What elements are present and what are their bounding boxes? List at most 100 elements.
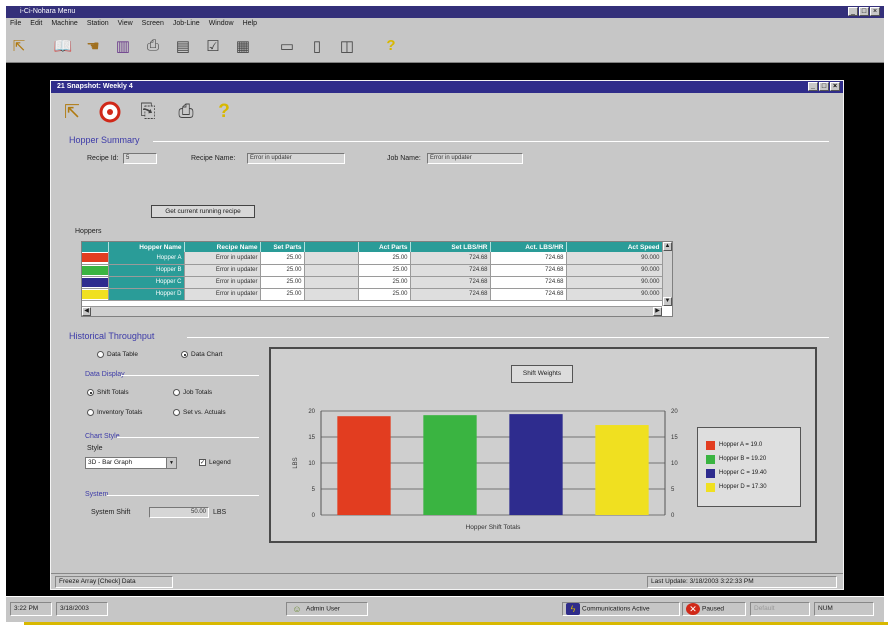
chevron-down-icon[interactable]: ▼ <box>166 458 176 468</box>
set-vs-actuals-radio[interactable]: Set vs. Actuals <box>173 409 226 416</box>
close-button[interactable]: × <box>870 7 880 16</box>
menu-window[interactable]: Window <box>209 18 234 29</box>
app-title: i-Ci-Nohara Menu <box>20 8 76 15</box>
job-name-field[interactable]: Error in updater <box>427 153 523 164</box>
minimize-button[interactable]: _ <box>848 7 858 16</box>
checklist-icon[interactable]: ☑ <box>202 35 224 57</box>
communications-status[interactable]: ϟ Communications Active <box>562 602 680 616</box>
chart-style-select[interactable]: 3D - Bar Graph ▼ <box>85 457 177 469</box>
scroll-right-icon[interactable]: ▶ <box>653 307 662 316</box>
set-parts-cell[interactable]: 25.00 <box>260 252 305 265</box>
menu-station[interactable]: Station <box>87 18 109 29</box>
system-shift-field[interactable]: 50.00 <box>149 507 209 518</box>
grid-horizontal-scrollbar[interactable]: ◀ ▶ <box>82 306 662 316</box>
radio-dot-selected[interactable] <box>181 351 188 358</box>
menu-machine[interactable]: Machine <box>51 18 77 29</box>
set-parts-cell[interactable]: 25.00 <box>260 276 305 289</box>
column-header[interactable] <box>304 242 359 252</box>
hoppers-label: Hoppers <box>75 228 102 235</box>
column-header[interactable]: Act Speed <box>566 242 663 252</box>
snapshot-maximize-button[interactable]: □ <box>819 82 829 91</box>
set-lbs-cell[interactable]: 724.68 <box>410 264 491 277</box>
main-toolbar: ⇱ 📖 ☚ ▥ ⎙ ▤ ☑ ▦ ▭ ▯ ◫ ? <box>6 29 884 63</box>
document-icon[interactable]: ▤ <box>172 35 194 57</box>
num-lock-indicator: NUM <box>814 602 874 616</box>
shift-totals-radio[interactable]: Shift Totals <box>87 389 129 396</box>
snapshot-close-button[interactable]: × <box>830 82 840 91</box>
scroll-left-icon[interactable]: ◀ <box>82 307 91 316</box>
radio-dot-selected[interactable] <box>87 389 94 396</box>
radio-dot[interactable] <box>173 389 180 396</box>
snapshot-minimize-button[interactable]: _ <box>808 82 818 91</box>
menu-job-line[interactable]: Job-Line <box>173 18 200 29</box>
admin-user-status[interactable]: ☺ Admin User <box>286 602 368 616</box>
recipe-id-field[interactable]: 5 <box>123 153 157 164</box>
act-lbs-cell: 724.68 <box>490 252 567 265</box>
recipe-name-cell[interactable]: Error in updater <box>184 288 261 301</box>
refresh-icon[interactable] <box>97 99 123 125</box>
help-icon[interactable]: ? <box>211 99 237 125</box>
set-lbs-cell[interactable]: 724.68 <box>410 288 491 301</box>
set-parts-cell[interactable]: 25.00 <box>260 264 305 277</box>
radio-dot[interactable] <box>87 409 94 416</box>
get-current-recipe-button[interactable]: Get current running recipe <box>151 205 255 218</box>
maximize-button[interactable]: □ <box>859 7 869 16</box>
menu-view[interactable]: View <box>118 18 133 29</box>
table-row[interactable]: Hopper C Error in updater 25.00 25.00 72… <box>82 276 663 289</box>
window-split-icon[interactable]: ▯ <box>306 35 328 57</box>
column-header[interactable]: Hopper Name <box>108 242 185 252</box>
status-last-update: Last Update: 3/18/2003 3:22:33 PM <box>647 576 837 588</box>
column-header[interactable]: Recipe Name <box>184 242 261 252</box>
window-top-icon[interactable]: ▭ <box>276 35 298 57</box>
legend-checkbox[interactable]: ✓ Legend <box>199 459 231 466</box>
column-header[interactable]: Set LBS/HR <box>410 242 491 252</box>
window-cascade-icon[interactable]: ◫ <box>336 35 358 57</box>
recipe-name-cell[interactable]: Error in updater <box>184 264 261 277</box>
hopper-color-swatch <box>82 264 109 277</box>
recipe-name-label: Recipe Name: <box>191 155 236 162</box>
set-lbs-cell[interactable]: 724.68 <box>410 276 491 289</box>
copy-icon[interactable]: ⎘ <box>135 99 161 125</box>
column-header[interactable]: Act Parts <box>358 242 411 252</box>
books-icon[interactable]: ▥ <box>112 35 134 57</box>
legend-label: Hopper B = 19.20 <box>719 456 767 462</box>
print-icon[interactable]: ⎙ <box>173 99 199 125</box>
help-icon[interactable]: ? <box>380 35 402 57</box>
column-header[interactable]: Act. LBS/HR <box>490 242 567 252</box>
book-icon[interactable]: 📖 <box>52 35 74 57</box>
menu-help[interactable]: Help <box>243 18 257 29</box>
data-table-radio[interactable]: Data Table <box>97 351 138 358</box>
legend-checkbox-label: Legend <box>209 459 231 466</box>
recipe-name-cell[interactable]: Error in updater <box>184 276 261 289</box>
paused-status[interactable]: ✕ Paused <box>682 602 746 616</box>
menu-file[interactable]: File <box>10 18 21 29</box>
snapshot-title-bar: 21 Snapshot: Weekly 4 _ □ × <box>51 81 843 93</box>
act-parts-cell: 25.00 <box>358 252 411 265</box>
printer-icon[interactable]: ⎙ <box>142 35 164 57</box>
table-row[interactable]: Hopper D Error in updater 25.00 25.00 72… <box>82 288 663 301</box>
menu-screen[interactable]: Screen <box>142 18 164 29</box>
radio-dot[interactable] <box>97 351 104 358</box>
scroll-up-icon[interactable]: ▲ <box>663 242 672 251</box>
set-lbs-cell[interactable]: 724.68 <box>410 252 491 265</box>
set-parts-cell[interactable]: 25.00 <box>260 288 305 301</box>
radio-dot[interactable] <box>173 409 180 416</box>
scroll-down-icon[interactable]: ▼ <box>663 297 672 306</box>
exit-icon[interactable]: ⇱ <box>8 35 30 57</box>
menu-edit[interactable]: Edit <box>30 18 42 29</box>
hand-icon[interactable]: ☚ <box>82 35 104 57</box>
recipe-name-field[interactable]: Error in updater <box>247 153 345 164</box>
checkbox-box[interactable]: ✓ <box>199 459 206 466</box>
inventory-totals-radio[interactable]: Inventory Totals <box>87 409 142 416</box>
table-row[interactable]: Hopper A Error in updater 25.00 25.00 72… <box>82 252 663 265</box>
column-header[interactable] <box>82 242 109 252</box>
data-table-radio-label: Data Table <box>107 351 138 358</box>
column-header[interactable]: Set Parts <box>260 242 305 252</box>
job-totals-radio[interactable]: Job Totals <box>173 389 212 396</box>
grid-vertical-scrollbar[interactable]: ▲ ▼ <box>662 242 672 306</box>
report-icon[interactable]: ▦ <box>232 35 254 57</box>
data-chart-radio[interactable]: Data Chart <box>181 351 222 358</box>
table-row[interactable]: Hopper B Error in updater 25.00 25.00 72… <box>82 264 663 277</box>
exit-door-icon[interactable]: ⇱ <box>59 99 85 125</box>
recipe-name-cell[interactable]: Error in updater <box>184 252 261 265</box>
